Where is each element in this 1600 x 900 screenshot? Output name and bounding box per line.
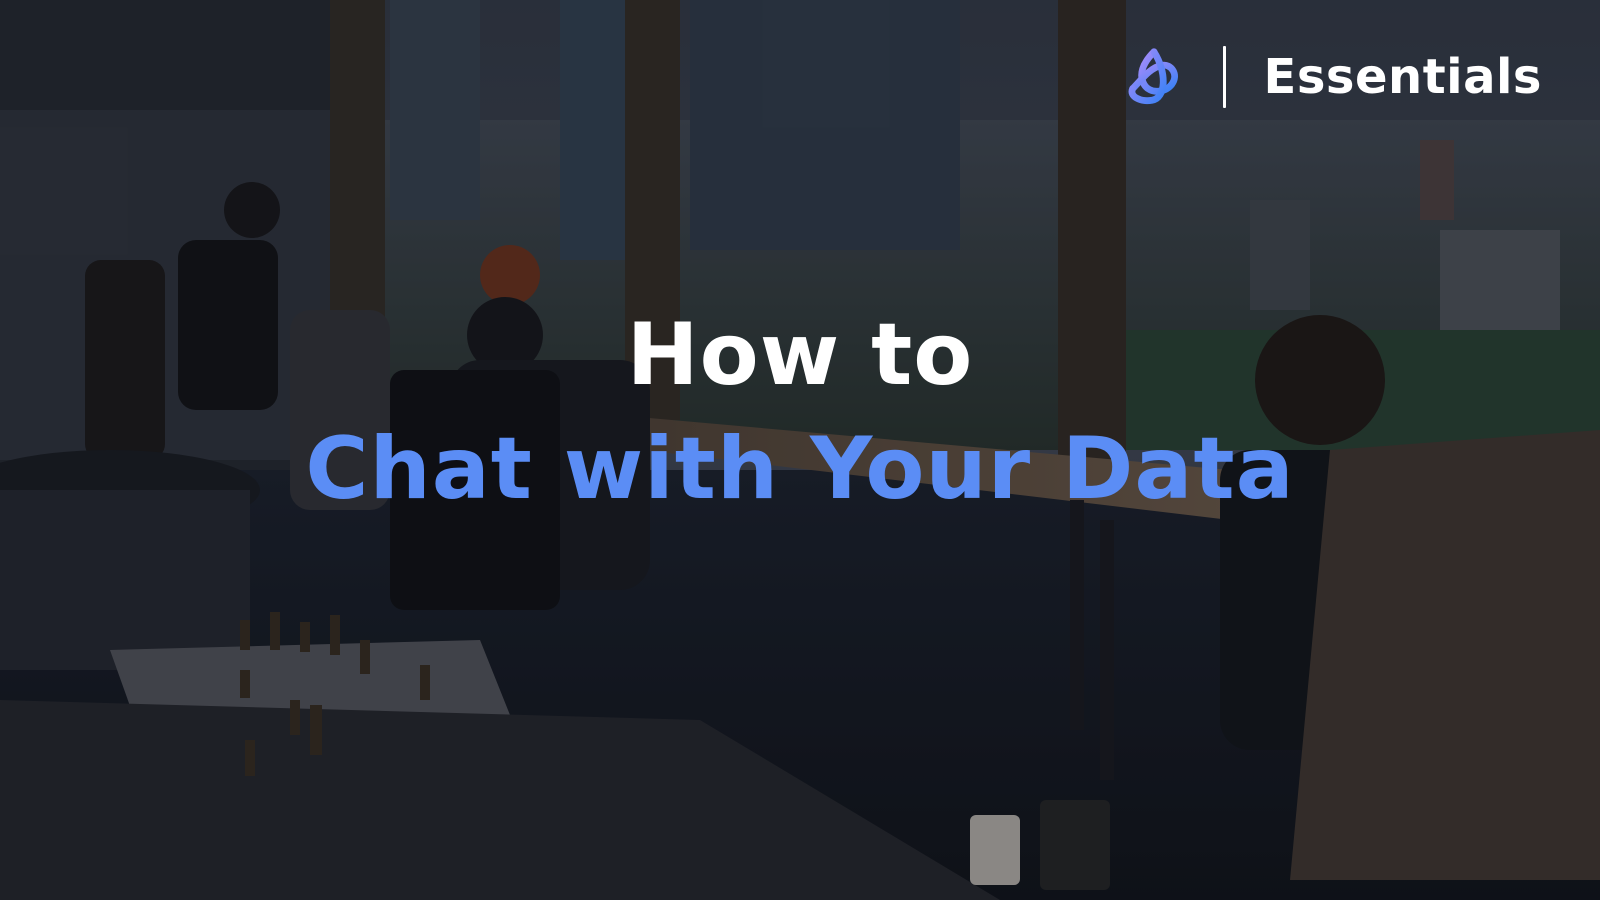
brand-header: Essentials [1123,44,1542,110]
headline-line-2: Chat with Your Data [305,419,1295,519]
headline-line-1: How to [626,305,974,405]
brand-divider [1222,46,1226,108]
headline: How to Chat with Your Data [0,300,1600,528]
trefoil-knot-logo-icon [1128,48,1178,105]
brand-name: Essentials [1263,49,1542,105]
